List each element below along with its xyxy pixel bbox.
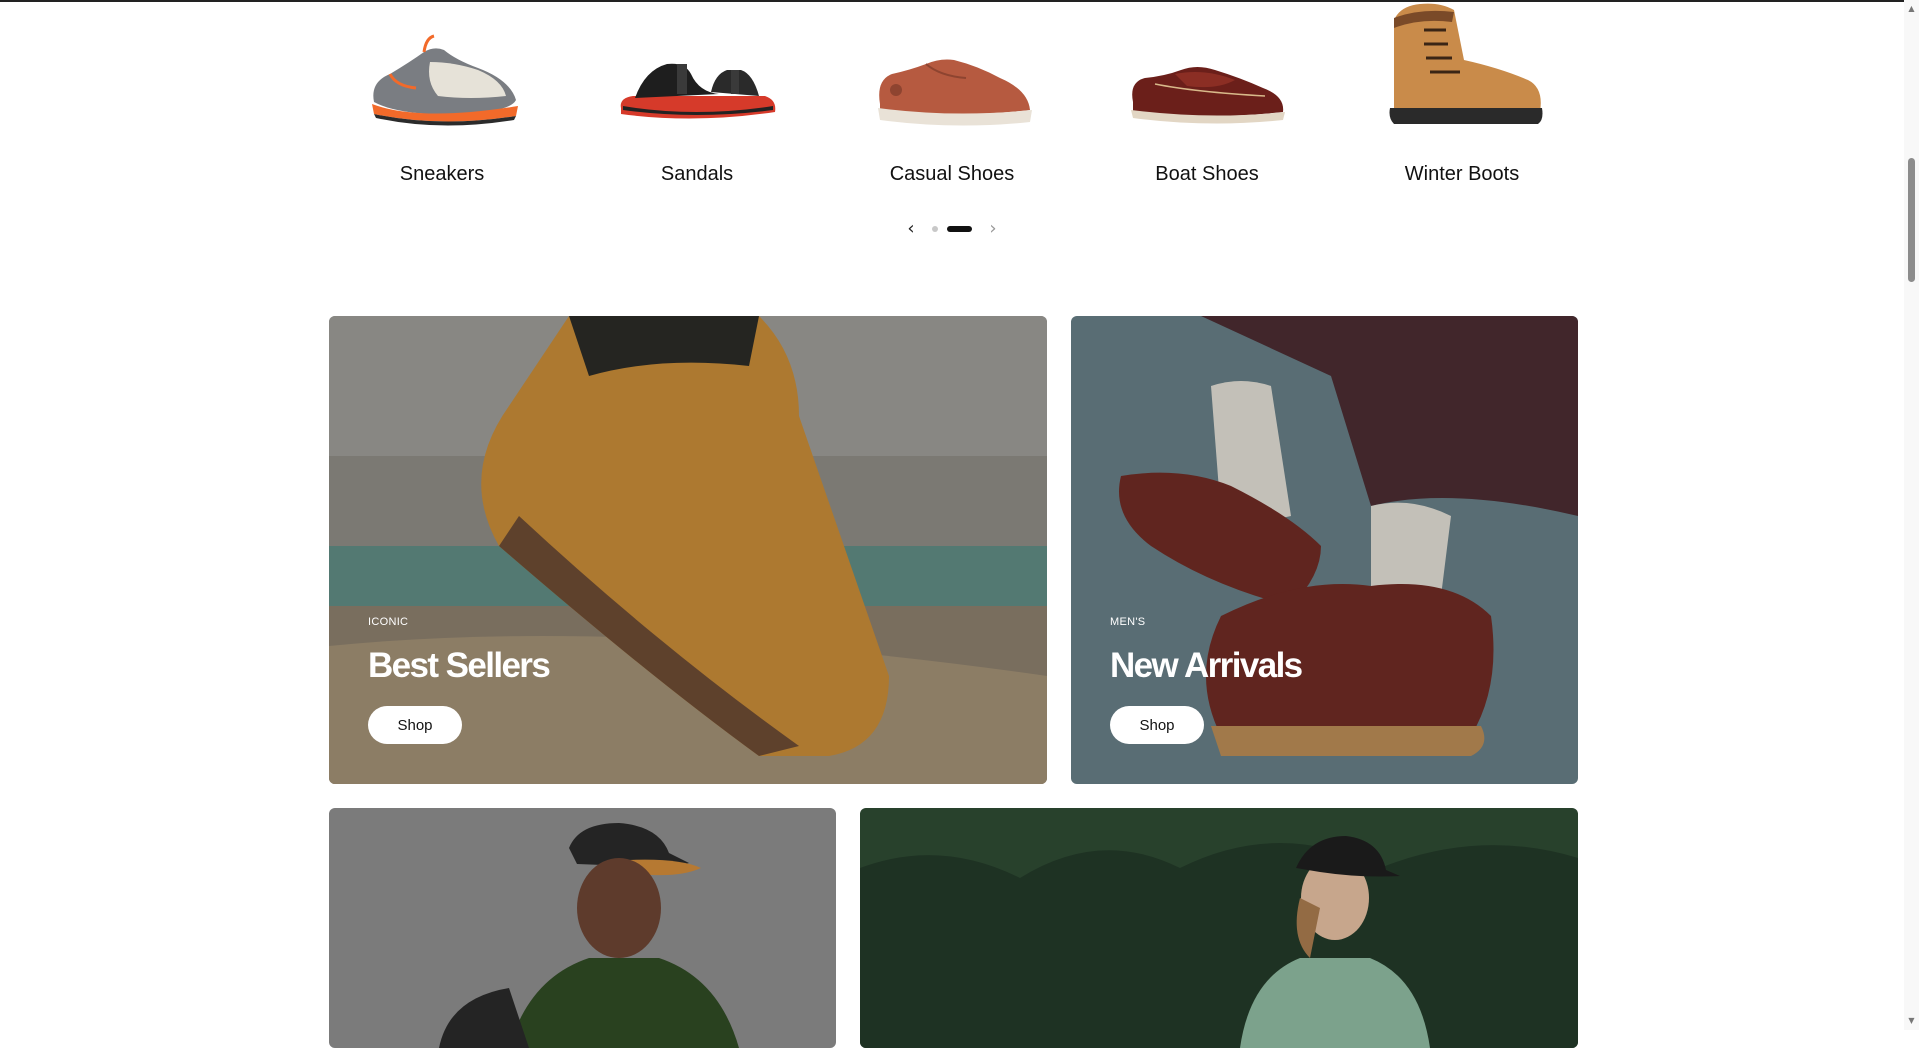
category-sandals[interactable]: Sandals bbox=[570, 0, 824, 200]
category-label: Winter Boots bbox=[1404, 163, 1520, 185]
card-overlay bbox=[860, 808, 1578, 1048]
promo-card-forest-woman[interactable] bbox=[860, 808, 1578, 1048]
sandal-image bbox=[620, 63, 776, 119]
card-overlay bbox=[329, 808, 836, 1048]
category-label: Sneakers bbox=[399, 163, 485, 185]
category-casual-shoes[interactable]: Casual Shoes bbox=[825, 0, 1079, 200]
scrollbar-thumb[interactable] bbox=[1908, 158, 1915, 282]
carousel-controls: ‹ › bbox=[903, 218, 1003, 240]
triangle-up-icon[interactable]: ▲ bbox=[1904, 2, 1919, 16]
promo-card-cap-man[interactable] bbox=[329, 808, 836, 1048]
chevron-left-icon[interactable]: ‹ bbox=[903, 218, 919, 240]
category-boat-shoes[interactable]: Boat Shoes bbox=[1080, 0, 1334, 200]
card-eyebrow: ICONIC bbox=[368, 616, 409, 628]
carousel-dot-2-active[interactable] bbox=[947, 226, 972, 232]
promo-card-best-sellers[interactable]: ICONIC Best Sellers Shop bbox=[329, 316, 1047, 784]
page-scrollbar[interactable]: ▲ ▼ bbox=[1904, 0, 1919, 1030]
shop-button[interactable]: Shop bbox=[368, 706, 462, 744]
card-title: New Arrivals bbox=[1110, 646, 1303, 685]
card-title: Best Sellers bbox=[368, 646, 551, 685]
category-winter-boots[interactable]: Winter Boots bbox=[1335, 0, 1589, 200]
sneaker-image bbox=[372, 34, 518, 126]
boat-shoe-image bbox=[1131, 67, 1285, 124]
card-eyebrow: MEN'S bbox=[1110, 616, 1146, 628]
category-label: Boat Shoes bbox=[1155, 163, 1259, 185]
category-label: Sandals bbox=[660, 163, 734, 185]
triangle-down-icon[interactable]: ▼ bbox=[1904, 1014, 1919, 1028]
chevron-right-icon[interactable]: › bbox=[985, 218, 1001, 240]
category-label: Casual Shoes bbox=[889, 163, 1015, 185]
category-carousel: Sneakers Sandals Casual Shoes Boat Shoes… bbox=[315, 0, 1587, 200]
casual-shoe-image bbox=[878, 59, 1032, 126]
carousel-dot-1[interactable] bbox=[932, 226, 938, 232]
shop-button[interactable]: Shop bbox=[1110, 706, 1204, 744]
promo-card-new-arrivals[interactable]: MEN'S New Arrivals Shop bbox=[1071, 316, 1578, 784]
winter-boot-image bbox=[1389, 3, 1543, 124]
category-sneakers[interactable]: Sneakers bbox=[315, 0, 569, 200]
